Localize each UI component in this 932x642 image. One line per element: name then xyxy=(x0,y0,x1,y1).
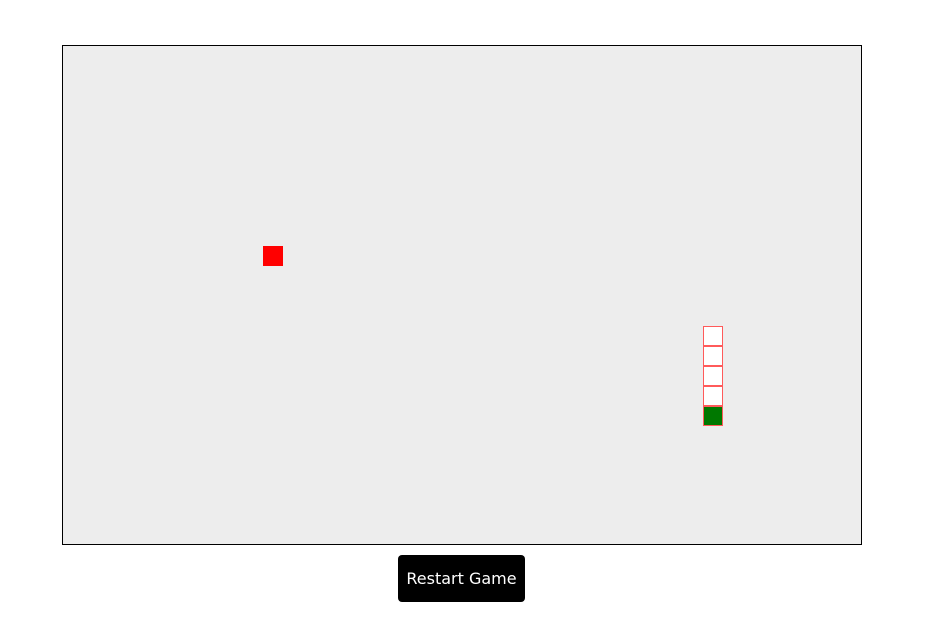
restart-game-button[interactable]: Restart Game xyxy=(398,555,525,602)
snake-body-segment xyxy=(703,386,723,406)
game-board[interactable] xyxy=(62,45,862,545)
food-pellet xyxy=(263,246,283,266)
snake-body-segment xyxy=(703,326,723,346)
snake-head xyxy=(703,406,723,426)
snake-body-segment xyxy=(703,366,723,386)
snake-body-segment xyxy=(703,346,723,366)
